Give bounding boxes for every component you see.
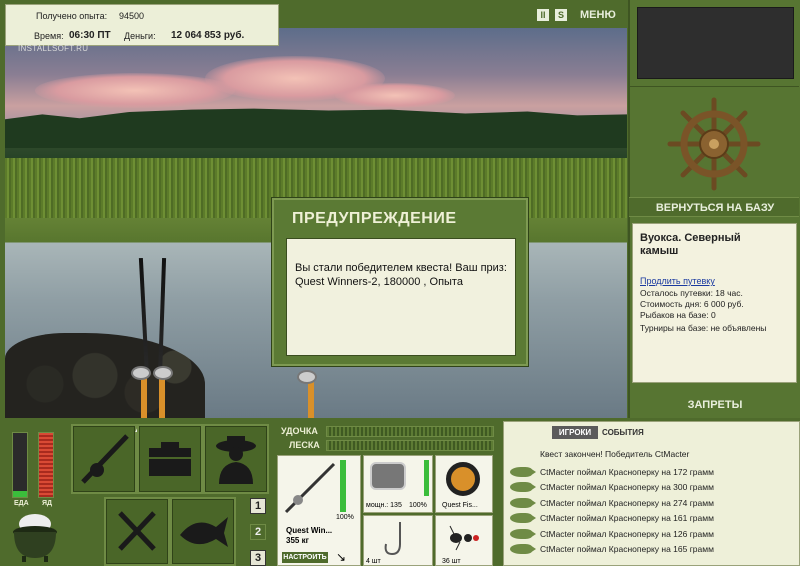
reel-power: мощн.: 135: [366, 502, 402, 509]
return-to-base-button[interactable]: ВЕРНУТЬСЯ НА БАЗУ: [640, 202, 790, 214]
fish-icon: [510, 529, 536, 539]
line-strength-bar: [326, 440, 494, 451]
remaining-time: Осталось путевки: 18 час.: [640, 288, 743, 298]
fishing-rod-icon: [81, 434, 129, 484]
rod-label: УДОЧКА: [281, 426, 318, 436]
rod-equipment-icon: [284, 462, 336, 514]
rod-slot[interactable]: [71, 424, 137, 494]
fishers-count: Рыбаков на базе: 0: [640, 310, 716, 320]
fish-icon: [510, 467, 536, 477]
money-value: 12 064 853 руб.: [171, 30, 245, 41]
location-name: Вуокса. Северный камыш: [640, 232, 741, 257]
exp-label: Получено опыта:: [36, 11, 108, 21]
fish-icon: [510, 482, 536, 492]
day-cost: Стоимость дня: 6 000 руб.: [640, 299, 744, 309]
sound-button[interactable]: S: [555, 9, 567, 21]
pause-button[interactable]: II: [537, 9, 549, 21]
rod-strength-bar: [326, 426, 494, 437]
line-spool-icon: [446, 462, 480, 496]
setup-button[interactable]: НАСТРОИТЬ: [282, 552, 328, 563]
rod-weight: 355 кг: [286, 536, 309, 545]
fisherman-icon: [216, 436, 256, 484]
hook-icon: [384, 522, 401, 556]
rod-equipment-card[interactable]: 100% Quest Win... 355 кг НАСТРОИТЬ ↘: [277, 455, 361, 566]
events-panel: ИГРОКИ СОБЫТИЯ Квест закончен! Победител…: [503, 421, 800, 566]
stats-hud: Получено опыта: 94500 Время: 06:30 ПТ Де…: [5, 4, 279, 46]
rod-percent: 100%: [336, 514, 354, 521]
fish-icon: [510, 544, 536, 554]
ship-wheel-icon[interactable]: [666, 96, 762, 192]
rod-condition-bar: [340, 460, 346, 512]
tab-events[interactable]: СОБЫТИЯ: [602, 428, 644, 437]
food-meter: [12, 432, 28, 498]
list-item: CtMacter поймал Красноперку на 161 грамм: [510, 511, 714, 525]
arrow-icon: ↘: [336, 550, 347, 564]
watermark: INSTALLSOFT.RU: [18, 44, 89, 53]
fishing-line-card[interactable]: Quest Fis...: [435, 455, 493, 513]
bans-button[interactable]: ЗАПРЕТЫ: [660, 399, 770, 411]
reel-card[interactable]: мощн.: 135 100%: [363, 455, 433, 513]
food-label: ЕДА: [14, 500, 29, 507]
money-label: Деньги:: [124, 31, 156, 41]
fish-icon: [510, 498, 536, 508]
cauldron-icon[interactable]: [10, 510, 60, 562]
list-item: CtMacter поймал Красноперку на 126 грамм: [510, 527, 714, 541]
exp-value: 94500: [119, 11, 145, 21]
dialog-message: Вы стали победителем квеста! Ваш приз: Q…: [286, 238, 516, 356]
ant-bait-icon: [449, 525, 479, 551]
reel-condition-bar: [424, 460, 429, 496]
hook-count: 4 шт: [366, 558, 381, 565]
dialog-title: ПРЕДУПРЕЖДЕНИЕ: [292, 210, 457, 227]
page-button-2[interactable]: 2: [250, 524, 266, 540]
poison-label: ЯД: [42, 500, 53, 507]
time-label: Время:: [34, 31, 64, 41]
tackle-box-icon: [149, 442, 191, 476]
line-name: Quest Fis...: [442, 502, 478, 509]
time-value: 06:30 ПТ: [69, 30, 111, 41]
rod-name: Quest Win...: [286, 526, 333, 535]
fish-icon: [180, 517, 228, 547]
fisherman-slot[interactable]: [203, 424, 269, 494]
eat-slot[interactable]: [104, 497, 170, 566]
minimap-panel: [637, 7, 794, 79]
fish-icon: [510, 513, 536, 523]
hook-card[interactable]: 4 шт: [363, 515, 433, 566]
page-button-3[interactable]: 3: [250, 550, 266, 566]
knife-fork-icon: [118, 511, 156, 551]
reel-percent: 100%: [409, 502, 427, 509]
poison-meter: [38, 432, 54, 498]
page-button-1[interactable]: 1: [250, 498, 266, 514]
tournaments-status: Турниры на базе: не объявлены: [640, 323, 767, 333]
tackle-box-slot[interactable]: [137, 424, 203, 494]
reel-icon: [370, 462, 406, 490]
fish-cage-slot[interactable]: [170, 497, 236, 566]
bait-count: 36 шт: [442, 558, 461, 565]
list-item: CtMacter поймал Красноперку на 172 грамм: [510, 465, 714, 479]
menu-button[interactable]: МЕНЮ: [580, 9, 616, 21]
location-info: Вуокса. Северный камыш Продлить путевку …: [632, 223, 797, 383]
line-label: ЛЕСКА: [289, 440, 320, 450]
list-item: CtMacter поймал Красноперку на 165 грамм: [510, 542, 714, 556]
bait-card[interactable]: 36 шт: [435, 515, 493, 566]
extend-pass-link[interactable]: Продлить путевку: [640, 276, 789, 286]
quest-finished-text: Квест закончен! Победитель CtMacter: [540, 449, 690, 459]
warning-dialog: ПРЕДУПРЕЖДЕНИЕ Вы стали победителем квес…: [272, 198, 528, 366]
list-item: CtMacter поймал Красноперку на 274 грамм: [510, 496, 714, 510]
list-item: CtMacter поймал Красноперку на 300 грамм: [510, 480, 714, 494]
tab-players[interactable]: ИГРОКИ: [552, 426, 598, 439]
